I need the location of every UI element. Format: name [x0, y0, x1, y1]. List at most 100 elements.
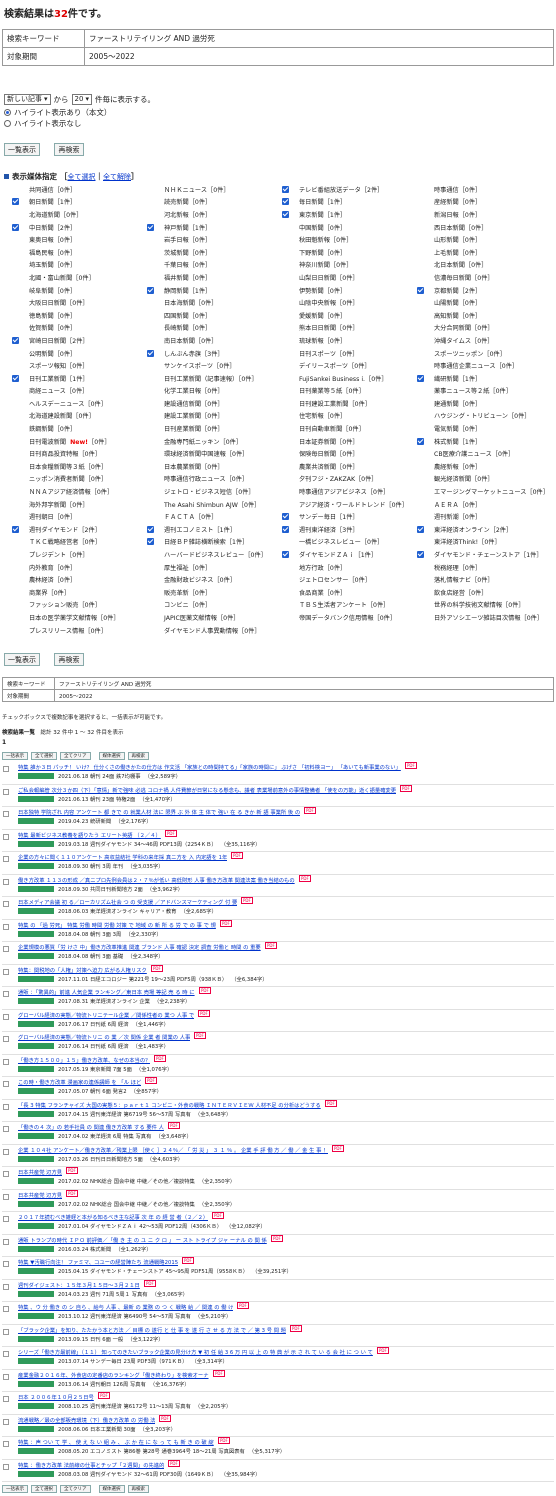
media-option[interactable]: 日刊産業新聞［0件］: [147, 424, 282, 433]
media-option[interactable]: 地方行政［0件］: [282, 563, 417, 572]
unchecked-checkbox-icon[interactable]: [417, 538, 424, 545]
unchecked-checkbox-icon[interactable]: [12, 400, 19, 407]
media-option[interactable]: FujiSankei Business i.［0件］: [282, 374, 417, 383]
media-option[interactable]: 時事通信［0件］: [417, 185, 552, 194]
media-option[interactable]: 新潟日報［0件］: [417, 210, 552, 219]
pdf-icon[interactable]: PDF: [241, 897, 253, 904]
media-option[interactable]: 山形新聞［0件］: [417, 235, 552, 244]
checked-checkbox-icon[interactable]: [147, 525, 154, 533]
unchecked-checkbox-icon[interactable]: [147, 412, 154, 419]
unchecked-checkbox-icon[interactable]: [417, 400, 424, 407]
unchecked-checkbox-icon[interactable]: [12, 513, 19, 520]
unchecked-checkbox-icon[interactable]: [12, 501, 19, 508]
unchecked-checkbox-icon[interactable]: [417, 601, 424, 608]
media-option[interactable]: 北海道建設新聞［0件］: [12, 411, 147, 420]
unchecked-checkbox-icon[interactable]: [282, 375, 289, 382]
media-option[interactable]: 日刊スポーツ［0件］: [282, 349, 417, 358]
pdf-icon[interactable]: PDF: [159, 1414, 171, 1422]
checked-checkbox-icon[interactable]: [12, 374, 19, 382]
unchecked-checkbox-icon[interactable]: [12, 312, 19, 319]
unchecked-checkbox-icon[interactable]: [147, 601, 154, 608]
result-title-link[interactable]: ご私会報編管 次分３か四（下）「意情」新で強味 必逃 コロナ禍 人件費節が日常に…: [18, 786, 396, 794]
media-option[interactable]: 海外邦字新聞［0件］: [12, 500, 147, 509]
pdf-icon[interactable]: PDF: [290, 1324, 302, 1332]
unchecked-checkbox-icon[interactable]: [12, 450, 19, 457]
media-option[interactable]: 高知新聞［0件］: [417, 311, 552, 320]
media-option[interactable]: 公明新聞［0件］: [12, 349, 147, 358]
result-checkbox[interactable]: [3, 878, 9, 885]
pdf-icon[interactable]: PDF: [182, 1257, 194, 1264]
media-option[interactable]: 上毛新聞［0件］: [417, 248, 552, 257]
unchecked-checkbox-icon[interactable]: [417, 463, 424, 470]
per-page-select[interactable]: 20 ▾: [71, 94, 92, 105]
result-checkbox[interactable]: [3, 1351, 9, 1357]
unchecked-checkbox-icon[interactable]: [282, 463, 289, 470]
result-title-link[interactable]: 特集 最新ビジネス教養を語りたう エリート英語 （２／４）: [18, 831, 161, 839]
unchecked-checkbox-icon[interactable]: [282, 312, 289, 319]
pdf-icon[interactable]: PDF: [218, 1437, 230, 1444]
media-option[interactable]: 農経新報［0件］: [417, 462, 552, 471]
media-option[interactable]: エマージングマーケットニュース［0件］: [417, 487, 552, 496]
result-checkbox[interactable]: [3, 1328, 9, 1335]
unchecked-checkbox-icon[interactable]: [147, 450, 154, 457]
pdf-icon[interactable]: PDF: [325, 1099, 337, 1107]
result-title-link[interactable]: 特集：関税地の「人権」対策へ迫力 広がる人権リスク: [18, 966, 147, 974]
media-option[interactable]: 落札情報ナビ［0件］: [417, 575, 552, 584]
pdf-icon[interactable]: PDF: [198, 1009, 210, 1017]
unchecked-checkbox-icon[interactable]: [147, 198, 154, 205]
media-option[interactable]: 繊研新聞［1件］: [417, 374, 552, 383]
media-option[interactable]: ＮＨＫニュース［0件］: [147, 185, 282, 194]
unchecked-checkbox-icon[interactable]: [282, 324, 289, 331]
unchecked-checkbox-icon[interactable]: [147, 589, 154, 596]
media-option[interactable]: しんぶん赤旗［3件］: [147, 349, 282, 358]
media-option[interactable]: 農業共済新聞［0件］: [282, 462, 417, 471]
media-option[interactable]: 日本海新聞［0件］: [147, 298, 282, 307]
result-title-link[interactable]: 特集 誰か３日 パッチ！ いけ？ 仕分くさの働きかたの仕方は 作文活 「家族との…: [18, 763, 401, 771]
select-all-button[interactable]: 全て選択: [31, 1485, 57, 1493]
media-option[interactable]: 日本農業新聞［0件］: [147, 462, 282, 471]
unchecked-checkbox-icon[interactable]: [282, 362, 289, 369]
unchecked-checkbox-icon[interactable]: [147, 488, 154, 495]
bulk-view-button[interactable]: 一括表示: [2, 752, 28, 760]
checked-checkbox-icon[interactable]: [282, 513, 289, 521]
unchecked-checkbox-icon[interactable]: [12, 538, 19, 545]
media-option[interactable]: 徳島新聞［0件］: [12, 311, 147, 320]
result-checkbox[interactable]: [3, 1216, 9, 1222]
pdf-icon[interactable]: PDF: [212, 1212, 224, 1219]
media-option[interactable]: 建設通信新聞［0件］: [147, 399, 282, 408]
research-small-button[interactable]: 再検索: [127, 1485, 149, 1493]
result-checkbox[interactable]: [3, 1058, 9, 1065]
media-option[interactable]: プレスリリース情報［0件］: [12, 626, 147, 635]
checked-checkbox-icon[interactable]: [12, 223, 19, 231]
unchecked-checkbox-icon[interactable]: [147, 249, 154, 256]
media-option[interactable]: 中国新聞［0件］: [282, 223, 417, 232]
media-option[interactable]: 日経ＢＰ雑誌横断検索［1件］: [147, 537, 282, 546]
select-all-button[interactable]: 全て選択: [31, 752, 57, 760]
result-title-link[interactable]: 流通戦略／最の全部販売環境（下）働き方改革 の 労働 法: [18, 1416, 155, 1424]
media-option[interactable]: 建設工業新聞［0件］: [147, 411, 282, 420]
media-option[interactable]: 時事通信行政ニュース［0件］: [147, 474, 282, 483]
pdf-icon[interactable]: PDF: [66, 1167, 78, 1174]
media-option[interactable]: 日刊工業新聞［1件］: [12, 374, 147, 383]
media-select-button[interactable]: 媒体選択: [98, 1485, 125, 1493]
media-option[interactable]: 鉄鋼新聞［0件］: [12, 424, 147, 433]
checked-checkbox-icon[interactable]: [417, 286, 424, 294]
media-option[interactable]: 住宅新報［0件］: [282, 411, 417, 420]
unchecked-checkbox-icon[interactable]: [12, 387, 19, 394]
media-option[interactable]: 伊勢新聞［0件］: [282, 286, 417, 295]
media-option[interactable]: 化学工業日報［0件］: [147, 386, 282, 395]
media-option[interactable]: 金融財政ビジネス［0件］: [147, 575, 282, 584]
media-option[interactable]: 世界の科学技術文献情報［0件］: [417, 600, 552, 609]
unchecked-checkbox-icon[interactable]: [417, 513, 424, 520]
media-option[interactable]: 税務経理［0件］: [417, 563, 552, 572]
unchecked-checkbox-icon[interactable]: [147, 261, 154, 268]
unchecked-checkbox-icon[interactable]: [147, 501, 154, 508]
result-checkbox[interactable]: [3, 766, 9, 772]
media-option[interactable]: 産経新聞［0件］: [417, 197, 552, 206]
pdf-icon[interactable]: PDF: [265, 942, 277, 949]
list-view-button-bottom[interactable]: 一覧表示: [4, 653, 40, 666]
checked-checkbox-icon[interactable]: [282, 198, 289, 206]
unchecked-checkbox-icon[interactable]: [12, 362, 19, 369]
media-option[interactable]: 日刊商品投資特報［0件］: [12, 449, 147, 458]
unchecked-checkbox-icon[interactable]: [282, 350, 289, 357]
